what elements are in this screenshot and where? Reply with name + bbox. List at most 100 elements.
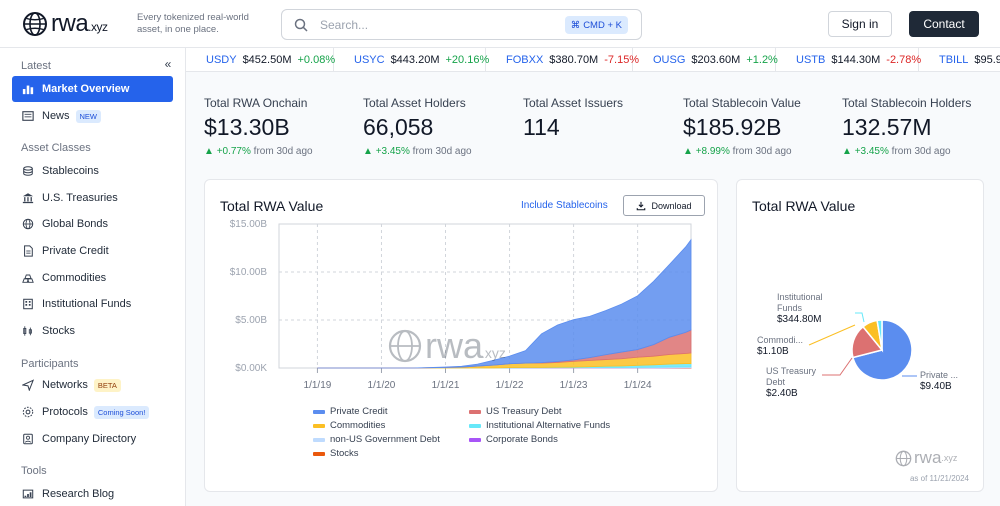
ticker-symbol: USYC — [354, 53, 385, 66]
legend-label: Private Credit — [330, 406, 388, 417]
legend-item[interactable]: Commodities — [313, 420, 385, 431]
x-tick-label: 1/1/21 — [432, 380, 460, 391]
sidebar-item-stocks[interactable]: Stocks — [12, 318, 173, 344]
top-header: rwa.xyz Every tokenized real-world asset… — [0, 0, 1000, 48]
asof-date: as of 11/21/2024 — [909, 474, 969, 483]
stat-value: 114 — [523, 114, 560, 140]
bank-icon — [21, 191, 35, 205]
ticker-item[interactable]: USTB $144.30M -2.78% — [776, 48, 922, 71]
legend-swatch — [313, 437, 325, 442]
logo-text: rwa.xyz — [51, 10, 108, 37]
stock-chart-icon — [21, 324, 35, 338]
area-chart: $0.00K $5.00B $10.00B $15.00B 1/1/19 1/1/20 1/… — [230, 219, 692, 391]
y-tick-label: $10.00B — [230, 267, 268, 278]
coins-icon — [21, 164, 35, 178]
legend-swatch — [313, 423, 325, 428]
legend-item[interactable]: Institutional Alternative Funds — [469, 420, 610, 431]
up-arrow-icon: ▲ — [363, 146, 373, 157]
x-tick-label: 1/1/19 — [304, 380, 332, 391]
legend-label: Corporate Bonds — [486, 434, 558, 445]
sidebar-item-label: Global Bonds — [42, 218, 109, 230]
ticker-item[interactable]: USYC $443.20M +20.16% — [334, 48, 489, 71]
ticker-value: $95.9 — [974, 53, 1000, 66]
stat-label: Total RWA Onchain — [204, 96, 308, 110]
legend-item[interactable]: US Treasury Debt — [469, 406, 562, 417]
pie-label-commodities: Commodi... $1.10B — [757, 335, 804, 357]
rwa-logo[interactable]: rwa.xyz — [22, 10, 108, 38]
download-icon — [637, 201, 646, 210]
sidebar-item-research-blog[interactable]: Research Blog — [12, 481, 173, 506]
sidebar-item-market-overview[interactable]: Market Overview — [12, 76, 173, 102]
rwa-value-pie-card: Total RWA Value Institutional Funds $344.… — [736, 179, 984, 492]
chart-bars-icon — [21, 82, 35, 96]
sidebar-item-company-directory[interactable]: Company Directory — [12, 426, 173, 452]
ticker-item[interactable]: TBILL $95.9 — [919, 48, 1000, 71]
stat-label: Total Asset Issuers — [523, 96, 624, 110]
sidebar-item-institutional-funds[interactable]: Institutional Funds — [12, 291, 173, 317]
main-content: Total RWA Onchain $13.30B ▲ +0.77% from … — [186, 72, 1000, 506]
section-tools: Tools — [21, 465, 47, 477]
stat-total-asset-holders: Total Asset Holders 66,058 ▲ +3.45% from… — [363, 96, 472, 157]
x-tick-label: 1/1/22 — [496, 380, 524, 391]
beta-badge: BETA — [93, 378, 121, 392]
sidebar-item-label: Market Overview — [42, 83, 130, 95]
sidebar-item-treasuries[interactable]: U.S. Treasuries — [12, 185, 173, 211]
contact-button[interactable]: Contact — [909, 11, 979, 37]
stat-total-stablecoin-holders: Total Stablecoin Holders 132.57M ▲ +3.45… — [842, 96, 971, 157]
legend-item[interactable]: Stocks — [313, 448, 359, 459]
legend-item[interactable]: Corporate Bonds — [469, 434, 558, 445]
leader-us-treasury — [822, 357, 853, 376]
stat-total-asset-issuers: Total Asset Issuers 114 — [523, 96, 623, 141]
ticker-item[interactable]: FOBXX $380.70M -7.15% — [486, 48, 639, 71]
gold-bars-icon — [21, 271, 35, 285]
directory-icon — [21, 432, 35, 446]
ticker-change: -2.78% — [886, 53, 922, 66]
sidebar-item-commodities[interactable]: Commodities — [12, 265, 173, 291]
y-tick-label: $5.00B — [235, 315, 267, 326]
sidebar-item-news[interactable]: News NEW — [12, 103, 173, 129]
legend-swatch — [469, 409, 481, 414]
sidebar-item-private-credit[interactable]: Private Credit — [12, 238, 173, 264]
ticker-change: +1.2% — [746, 53, 778, 66]
search-input[interactable]: Search... ⌘ CMD + K — [281, 9, 642, 40]
stat-label: Total Asset Holders — [363, 96, 466, 110]
ticker-item[interactable]: USDY $452.50M +0.08% — [186, 48, 336, 71]
sign-in-button[interactable]: Sign in — [828, 11, 892, 37]
document-icon — [21, 244, 35, 258]
sidebar-item-label: Institutional Funds — [42, 298, 132, 310]
ticker-value: $144.30M — [831, 53, 881, 66]
legend-swatch — [469, 423, 481, 428]
stat-value: $185.92B — [683, 114, 782, 140]
ticker-symbol: OUSG — [653, 53, 686, 66]
blog-icon — [21, 487, 35, 501]
sidebar-item-label: Stablecoins — [42, 165, 99, 177]
sidebar-item-stablecoins[interactable]: Stablecoins — [12, 158, 173, 184]
y-tick-label: $15.00B — [230, 219, 268, 230]
sidebar-item-label: Company Directory — [42, 433, 137, 445]
y-tick-label: $0.00K — [235, 363, 267, 374]
watermark-suffix: .xyz — [481, 345, 506, 361]
pie-label-private-credit: Private ... $9.40B — [920, 370, 959, 392]
ticker-value: $443.20M — [390, 53, 440, 66]
ticker-symbol: TBILL — [939, 53, 969, 66]
legend-label: US Treasury Debt — [486, 406, 562, 417]
sidebar: Latest « Market Overview News NEW Asset … — [0, 48, 186, 506]
news-icon — [21, 109, 35, 123]
x-tick-label: 1/1/20 — [368, 380, 396, 391]
sidebar-item-global-bonds[interactable]: Global Bonds — [12, 211, 173, 237]
ticker-item[interactable]: OUSG $203.60M +1.2% — [633, 48, 778, 71]
section-asset-classes: Asset Classes — [21, 142, 91, 154]
sidebar-item-networks[interactable]: Networks BETA — [12, 372, 173, 398]
ticker-change: +20.16% — [445, 53, 490, 66]
ticker-value: $452.50M — [242, 53, 292, 66]
ticker-change: +0.08% — [297, 53, 336, 66]
sidebar-item-protocols[interactable]: Protocols Coming Soon! — [12, 399, 173, 425]
legend-item[interactable]: non-US Government Debt — [313, 434, 440, 445]
new-badge: NEW — [75, 109, 102, 123]
network-icon — [21, 378, 35, 392]
stat-value: $13.30B — [204, 114, 290, 140]
legend-item[interactable]: Private Credit — [313, 406, 388, 417]
stat-label: Total Stablecoin Holders — [842, 96, 972, 110]
ticker-symbol: FOBXX — [506, 53, 544, 66]
collapse-sidebar-icon[interactable]: « — [160, 56, 176, 72]
